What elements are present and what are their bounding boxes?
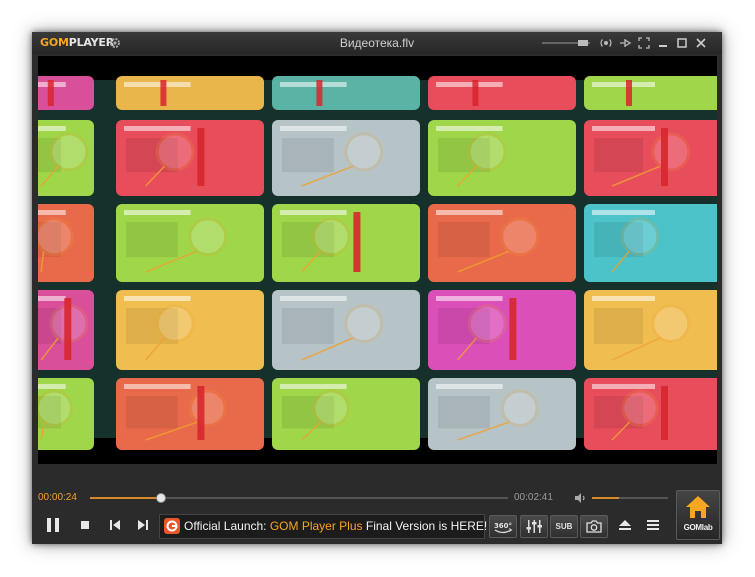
next-button[interactable]	[132, 514, 154, 536]
vr-360-icon: 360°	[494, 522, 513, 534]
seek-bar[interactable]	[90, 493, 508, 503]
tv-card	[584, 76, 717, 110]
eject-button[interactable]	[614, 514, 636, 536]
promo-banner[interactable]: Official Launch: GOM Player Plus Final V…	[159, 514, 487, 539]
video-area[interactable]	[38, 56, 717, 464]
tv-card	[38, 76, 94, 110]
hamburger-menu-icon	[647, 520, 659, 530]
total-time: 00:02:41	[514, 492, 553, 503]
tv-card	[272, 378, 420, 450]
player-window: GOMPLAYER Видеотека.flv 00:00:24 00:02:4…	[32, 32, 722, 544]
tv-card	[116, 290, 264, 370]
tv-card	[116, 378, 264, 450]
stop-icon	[81, 521, 89, 529]
close-icon[interactable]	[694, 36, 708, 50]
promo-highlight: GOM Player Plus	[269, 519, 363, 533]
tv-card	[584, 290, 717, 370]
tv-card	[428, 76, 576, 110]
tv-card	[272, 120, 420, 196]
volume-slider[interactable]	[592, 497, 668, 499]
minimize-icon[interactable]	[656, 36, 670, 50]
stop-button[interactable]	[74, 514, 96, 536]
tv-card	[584, 204, 717, 282]
tv-card	[38, 204, 94, 282]
tv-card	[116, 204, 264, 282]
tv-card	[38, 378, 94, 450]
home-icon	[686, 496, 710, 518]
equalizer-button[interactable]	[520, 515, 548, 538]
tv-card	[272, 76, 420, 110]
gom-logo-icon	[164, 518, 180, 534]
tv-card	[272, 290, 420, 370]
logo-player-text: PLAYER	[68, 36, 115, 49]
window-title: Видеотека.flv	[339, 36, 415, 50]
timeline: 00:00:24 00:02:41	[32, 490, 672, 506]
next-icon	[138, 520, 148, 530]
volume-level	[592, 497, 619, 499]
promo-suffix: Final Version is HERE!	[362, 519, 488, 533]
previous-icon	[110, 520, 120, 530]
fullscreen-icon[interactable]	[637, 36, 651, 50]
logo-gom-text: GOM	[40, 36, 69, 49]
current-time: 00:00:24	[38, 492, 77, 503]
camera-icon	[586, 520, 602, 533]
tv-card	[584, 378, 717, 450]
seek-bar-handle[interactable]	[156, 493, 167, 503]
promo-text[interactable]: Official Launch: GOM Player Plus Final V…	[184, 519, 487, 534]
subtitle-button[interactable]: SUB	[550, 515, 578, 538]
tv-card	[116, 76, 264, 110]
pause-button[interactable]	[42, 514, 64, 536]
eject-icon	[619, 520, 631, 530]
tv-card	[428, 204, 576, 282]
title-volume-slider[interactable]	[542, 36, 590, 50]
equalizer-icon	[526, 520, 542, 533]
vr-360-button[interactable]: 360°	[489, 515, 517, 538]
tv-card	[38, 120, 94, 196]
tv-card	[272, 204, 420, 282]
surround-sound-icon[interactable]	[599, 36, 613, 50]
tv-card	[428, 290, 576, 370]
video-scene	[38, 76, 717, 450]
tv-card	[428, 378, 576, 450]
seek-bar-progress	[90, 497, 162, 499]
promo-prefix: Official Launch:	[184, 519, 270, 533]
gomlab-label: GOMlab	[683, 523, 713, 532]
maximize-icon[interactable]	[675, 36, 689, 50]
title-bar[interactable]: GOMPLAYER Видеотека.flv	[32, 32, 722, 54]
tv-card	[116, 120, 264, 196]
gom-player-logo[interactable]: GOMPLAYER	[40, 36, 114, 50]
video-frame	[38, 56, 717, 464]
gomlab-button[interactable]: GOMlab	[676, 490, 720, 540]
gear-icon[interactable]	[109, 37, 121, 49]
tv-card	[38, 290, 94, 370]
volume-icon[interactable]	[573, 491, 587, 505]
pin-icon[interactable]	[618, 36, 632, 50]
tv-card	[428, 120, 576, 196]
previous-button[interactable]	[104, 514, 126, 536]
menu-button[interactable]	[642, 514, 664, 536]
screenshot-button[interactable]	[580, 515, 608, 538]
tv-card	[584, 120, 717, 196]
pause-icon	[47, 518, 59, 532]
